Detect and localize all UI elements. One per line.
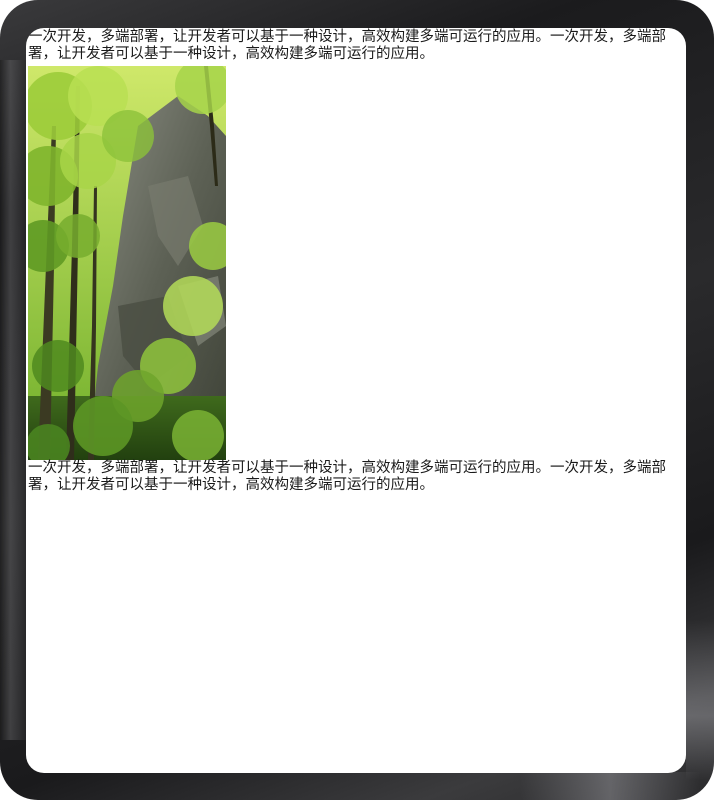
paragraph-top: 一次开发，多端部署，让开发者可以基于一种设计，高效构建多端可运行的应用。一次开发…: [28, 29, 666, 62]
device-frame: 一次开发，多端部署，让开发者可以基于一种设计，高效构建多端可运行的应用。一次开发…: [0, 0, 714, 800]
frame-sheen-right: [686, 620, 714, 780]
forest-cliff-illustration: [28, 66, 226, 460]
frame-sheen-left: [0, 60, 26, 740]
page-content: 一次开发，多端部署，让开发者可以基于一种设计，高效构建多端可运行的应用。一次开发…: [28, 28, 686, 494]
device-screen: 一次开发，多端部署，让开发者可以基于一种设计，高效构建多端可运行的应用。一次开发…: [26, 28, 686, 773]
forest-cliff-photo: [28, 66, 226, 460]
paragraph-bottom: 一次开发，多端部署，让开发者可以基于一种设计，高效构建多端可运行的应用。一次开发…: [28, 460, 666, 493]
frame-sheen-bottom: [520, 772, 700, 800]
